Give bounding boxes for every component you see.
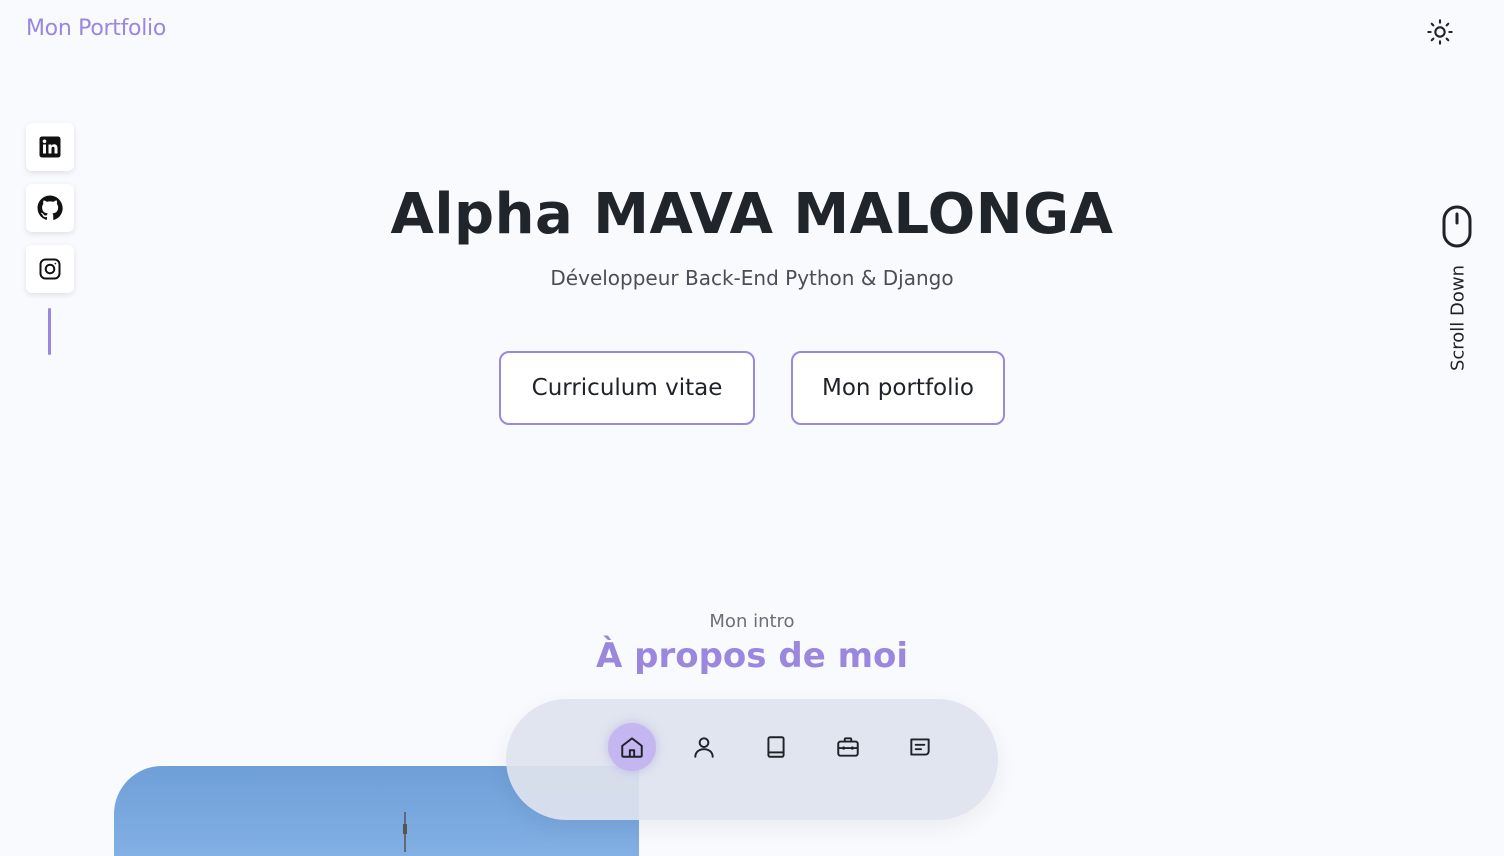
brand-logo[interactable]: Mon Portfolio bbox=[26, 16, 166, 41]
hero-name: Alpha MAVA MALONGA bbox=[390, 182, 1114, 247]
briefcase-icon bbox=[837, 737, 859, 757]
sun-icon bbox=[1427, 19, 1453, 45]
nav-home[interactable] bbox=[608, 723, 656, 771]
cv-button[interactable]: Curriculum vitae bbox=[499, 351, 755, 425]
home-icon bbox=[621, 737, 643, 758]
mouse-icon bbox=[1442, 205, 1472, 248]
social-divider-line bbox=[48, 308, 51, 355]
theme-toggle-button[interactable] bbox=[1424, 16, 1456, 48]
linkedin-link[interactable] bbox=[26, 123, 74, 171]
nav-about[interactable] bbox=[680, 723, 728, 771]
linkedin-icon bbox=[39, 136, 61, 158]
scroll-down-label[interactable]: Scroll Down bbox=[1448, 265, 1469, 371]
book-icon bbox=[767, 736, 785, 758]
nav-portfolio[interactable] bbox=[824, 723, 872, 771]
scroll-down-button[interactable] bbox=[1440, 205, 1474, 253]
bottom-nav-dock bbox=[506, 699, 998, 820]
nav-skills[interactable] bbox=[752, 723, 800, 771]
tower-silhouette bbox=[403, 812, 407, 852]
portfolio-button[interactable]: Mon portfolio bbox=[791, 351, 1005, 425]
hero-subtitle: Développeur Back-End Python & Django bbox=[550, 266, 954, 290]
section-title: À propos de moi bbox=[595, 636, 909, 676]
message-icon bbox=[910, 738, 930, 756]
user-icon bbox=[694, 737, 714, 758]
section-subtitle: Mon intro bbox=[709, 611, 795, 632]
nav-contact[interactable] bbox=[896, 723, 944, 771]
